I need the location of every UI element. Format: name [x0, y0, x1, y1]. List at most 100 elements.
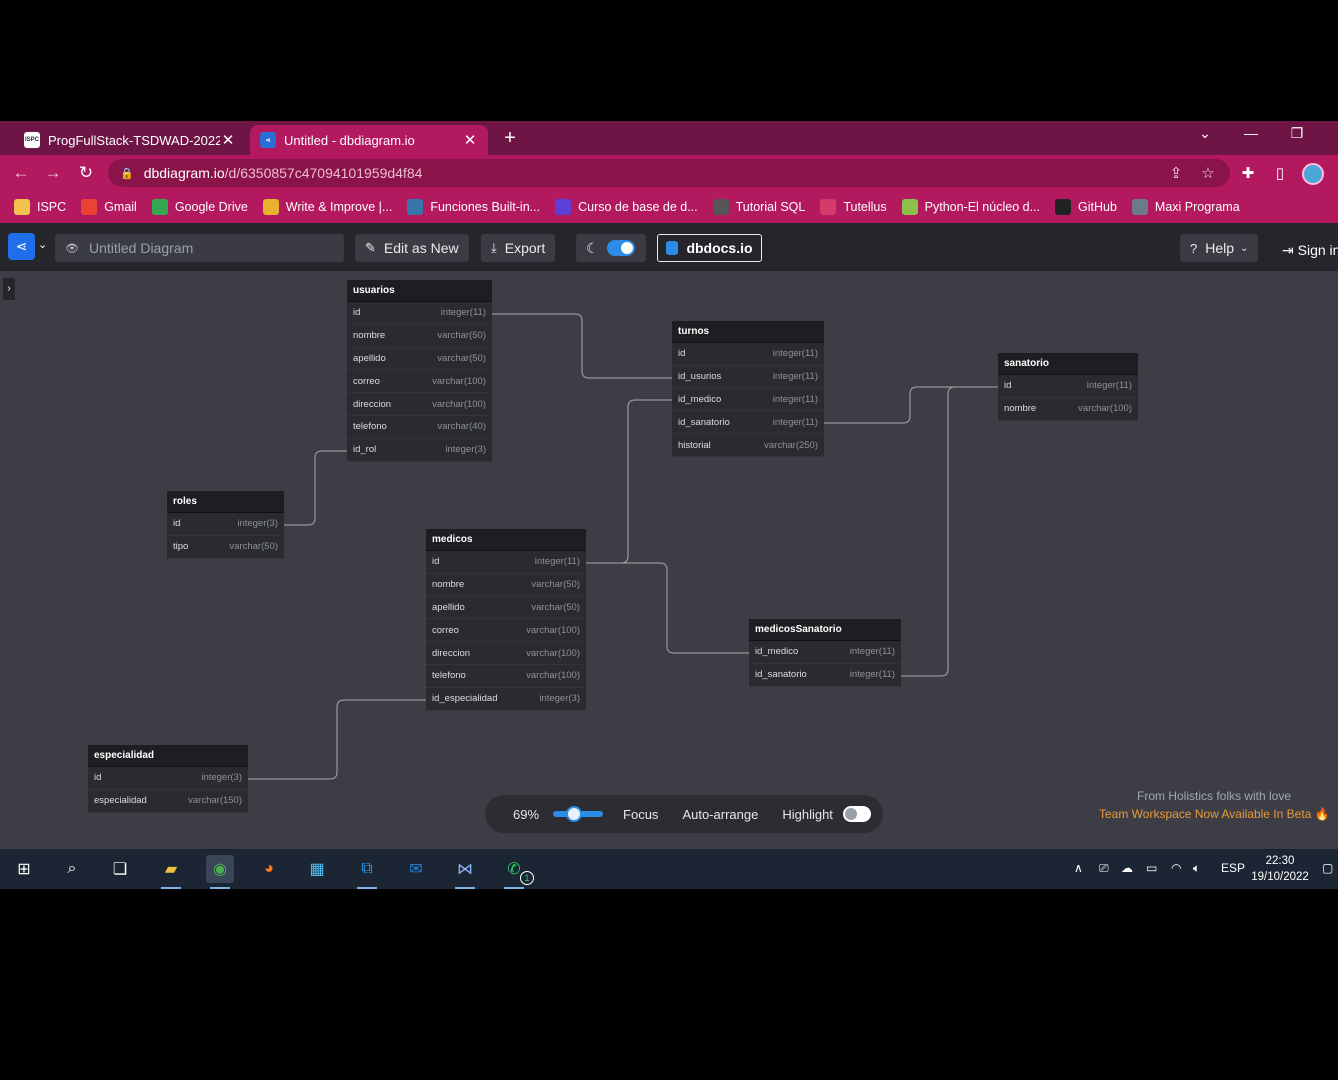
field-type: integer(11): [772, 393, 818, 405]
table-field-row[interactable]: id integer(11): [998, 375, 1138, 398]
field-name: telefono: [432, 670, 466, 682]
highlight-toggle[interactable]: [842, 806, 871, 822]
zoom-controls: 69% Focus Auto-arrange Highlight: [485, 795, 883, 833]
zoom-slider[interactable]: [553, 806, 604, 822]
field-name: direccion: [432, 647, 471, 659]
zoom-slider-knob[interactable]: [566, 806, 583, 822]
chrome-icon[interactable]: ◉: [206, 855, 234, 889]
field-type: varchar(40): [437, 421, 486, 433]
taskbar-clock[interactable]: 22:30 19/10/2022: [1248, 853, 1312, 885]
volume-icon[interactable]: 🔈︎: [1193, 861, 1200, 876]
table-field-row[interactable]: id_sanatorio integer(11): [749, 664, 901, 687]
field-type: varchar(50): [437, 330, 486, 342]
relation-line-usuarios-turnos: [491, 313, 672, 379]
field-type: integer(11): [849, 646, 895, 658]
field-type: integer(11): [534, 556, 580, 568]
field-type: varchar(50): [229, 541, 278, 553]
field-type: integer(3): [445, 444, 486, 456]
field-name: apellido: [432, 601, 465, 613]
table-field-row[interactable]: direccion varchar(100): [426, 642, 586, 665]
table-field-row[interactable]: historial varchar(250): [672, 434, 824, 457]
table-roles[interactable]: roles id integer(3) tipo varchar(50): [167, 491, 284, 559]
table-field-row[interactable]: id_rol integer(3): [347, 439, 492, 462]
tray-chevron-icon[interactable]: ∧: [1074, 861, 1083, 875]
field-name: id: [173, 518, 181, 530]
table-field-row[interactable]: correo varchar(100): [426, 619, 586, 643]
file-explorer-icon[interactable]: ▰: [157, 855, 185, 889]
field-name: nombre: [353, 330, 386, 342]
field-name: id_especialidad: [432, 693, 498, 705]
table-header[interactable]: usuarios: [347, 280, 492, 302]
field-type: varchar(100): [526, 647, 580, 659]
outlook-icon[interactable]: ✉: [402, 855, 430, 883]
table-field-row[interactable]: id_especialidad integer(3): [426, 688, 586, 711]
table-field-row[interactable]: nombre varchar(50): [426, 574, 586, 597]
table-field-row[interactable]: tipo varchar(50): [167, 536, 284, 559]
clock-time: 22:30: [1265, 855, 1295, 867]
field-type: varchar(100): [1078, 403, 1132, 415]
field-type: varchar(50): [437, 352, 486, 364]
table-header[interactable]: medicos: [426, 529, 586, 551]
wifi-icon[interactable]: ◠: [1171, 861, 1181, 875]
field-name: historial: [678, 439, 711, 451]
table-sanatorio[interactable]: sanatorio id integer(11) nombre varchar(100): [998, 353, 1138, 421]
table-field-row[interactable]: nombre varchar(50): [347, 325, 492, 348]
table-field-row[interactable]: id integer(11): [347, 302, 492, 325]
store-icon[interactable]: ▦: [303, 855, 331, 883]
table-header[interactable]: sanatorio: [998, 353, 1138, 375]
field-name: especialidad: [94, 795, 147, 807]
highlight-label: Highlight: [782, 806, 833, 822]
team-workspace-link[interactable]: Team Workspace Now Available In Beta 🔥: [1099, 807, 1330, 821]
table-field-row[interactable]: nombre varchar(100): [998, 398, 1138, 421]
table-field-row[interactable]: apellido varchar(50): [426, 597, 586, 620]
table-medicossanatorio[interactable]: medicosSanatorio id_medico integer(11) id_s…: [749, 619, 901, 687]
field-name: tipo: [173, 541, 189, 553]
table-usuarios[interactable]: usuarios id integer(11) nombre varchar(50) ap…: [347, 280, 492, 462]
task-view-icon[interactable]: ❏: [106, 855, 134, 883]
table-field-row[interactable]: id_sanatorio integer(11): [672, 411, 824, 435]
table-field-row[interactable]: id_usurios integer(11): [672, 366, 824, 389]
whatsapp-icon[interactable]: ✆ 1: [500, 855, 534, 889]
table-field-row[interactable]: id integer(11): [672, 343, 824, 366]
firefox-icon[interactable]: ◕: [255, 855, 283, 883]
table-field-row[interactable]: id_medico integer(11): [749, 641, 901, 664]
field-type: varchar(100): [526, 670, 580, 682]
table-field-row[interactable]: id integer(11): [426, 551, 586, 574]
search-icon[interactable]: ⌕: [58, 855, 86, 883]
field-name: id_rol: [353, 444, 377, 456]
table-field-row[interactable]: direccion varchar(100): [347, 393, 492, 416]
battery-icon[interactable]: ▭: [1146, 861, 1157, 875]
focus-button[interactable]: Focus: [623, 807, 658, 822]
vscode-icon[interactable]: ⧉: [353, 855, 381, 889]
table-field-row[interactable]: especialidad varchar(150): [88, 790, 248, 813]
field-name: id_sanatorio: [678, 416, 730, 428]
table-field-row[interactable]: correo varchar(100): [347, 370, 492, 394]
field-type: varchar(50): [531, 579, 580, 591]
table-field-row[interactable]: apellido varchar(50): [347, 348, 492, 371]
onedrive-icon[interactable]: ☁: [1121, 861, 1133, 875]
windows-start-icon[interactable]: ⊞: [10, 855, 38, 883]
meet-icon[interactable]: ⎚: [1099, 861, 1109, 876]
table-medicos[interactable]: medicos id integer(11) nombre varchar(50) ape…: [426, 529, 586, 711]
table-header[interactable]: turnos: [672, 321, 824, 343]
relation-line-especialidad-medicos: [247, 699, 426, 780]
table-field-row[interactable]: id integer(3): [88, 767, 248, 790]
windows-taskbar: ⊞ ⌕ ❏ ▰ ◉ ◕ ▦ ⧉ ✉ ⋈ ✆ 1 ∧ ⎚ ☁ ▭ ◠ 🔈︎ ESP …: [0, 849, 1338, 889]
notifications-icon[interactable]: ▢: [1322, 861, 1333, 875]
language-indicator[interactable]: ESP: [1221, 861, 1245, 875]
field-type: varchar(50): [531, 601, 580, 613]
auto-arrange-button[interactable]: Auto-arrange: [682, 807, 758, 822]
table-turnos[interactable]: turnos id integer(11) id_usurios integer(11)…: [672, 321, 824, 457]
table-field-row[interactable]: telefono varchar(100): [426, 665, 586, 688]
table-field-row[interactable]: id_medico integer(11): [672, 389, 824, 412]
field-name: id: [678, 348, 686, 360]
table-field-row[interactable]: id integer(3): [167, 513, 284, 536]
table-especialidad[interactable]: especialidad id integer(3) especialidad varc…: [88, 745, 248, 813]
table-header[interactable]: especialidad: [88, 745, 248, 767]
workbench-icon[interactable]: ⋈: [451, 855, 479, 889]
table-field-row[interactable]: telefono varchar(40): [347, 416, 492, 439]
table-header[interactable]: medicosSanatorio: [749, 619, 901, 641]
relation-line-medicos-medicossanatorio: [585, 562, 749, 654]
table-header[interactable]: roles: [167, 491, 284, 513]
field-name: correo: [353, 375, 380, 387]
